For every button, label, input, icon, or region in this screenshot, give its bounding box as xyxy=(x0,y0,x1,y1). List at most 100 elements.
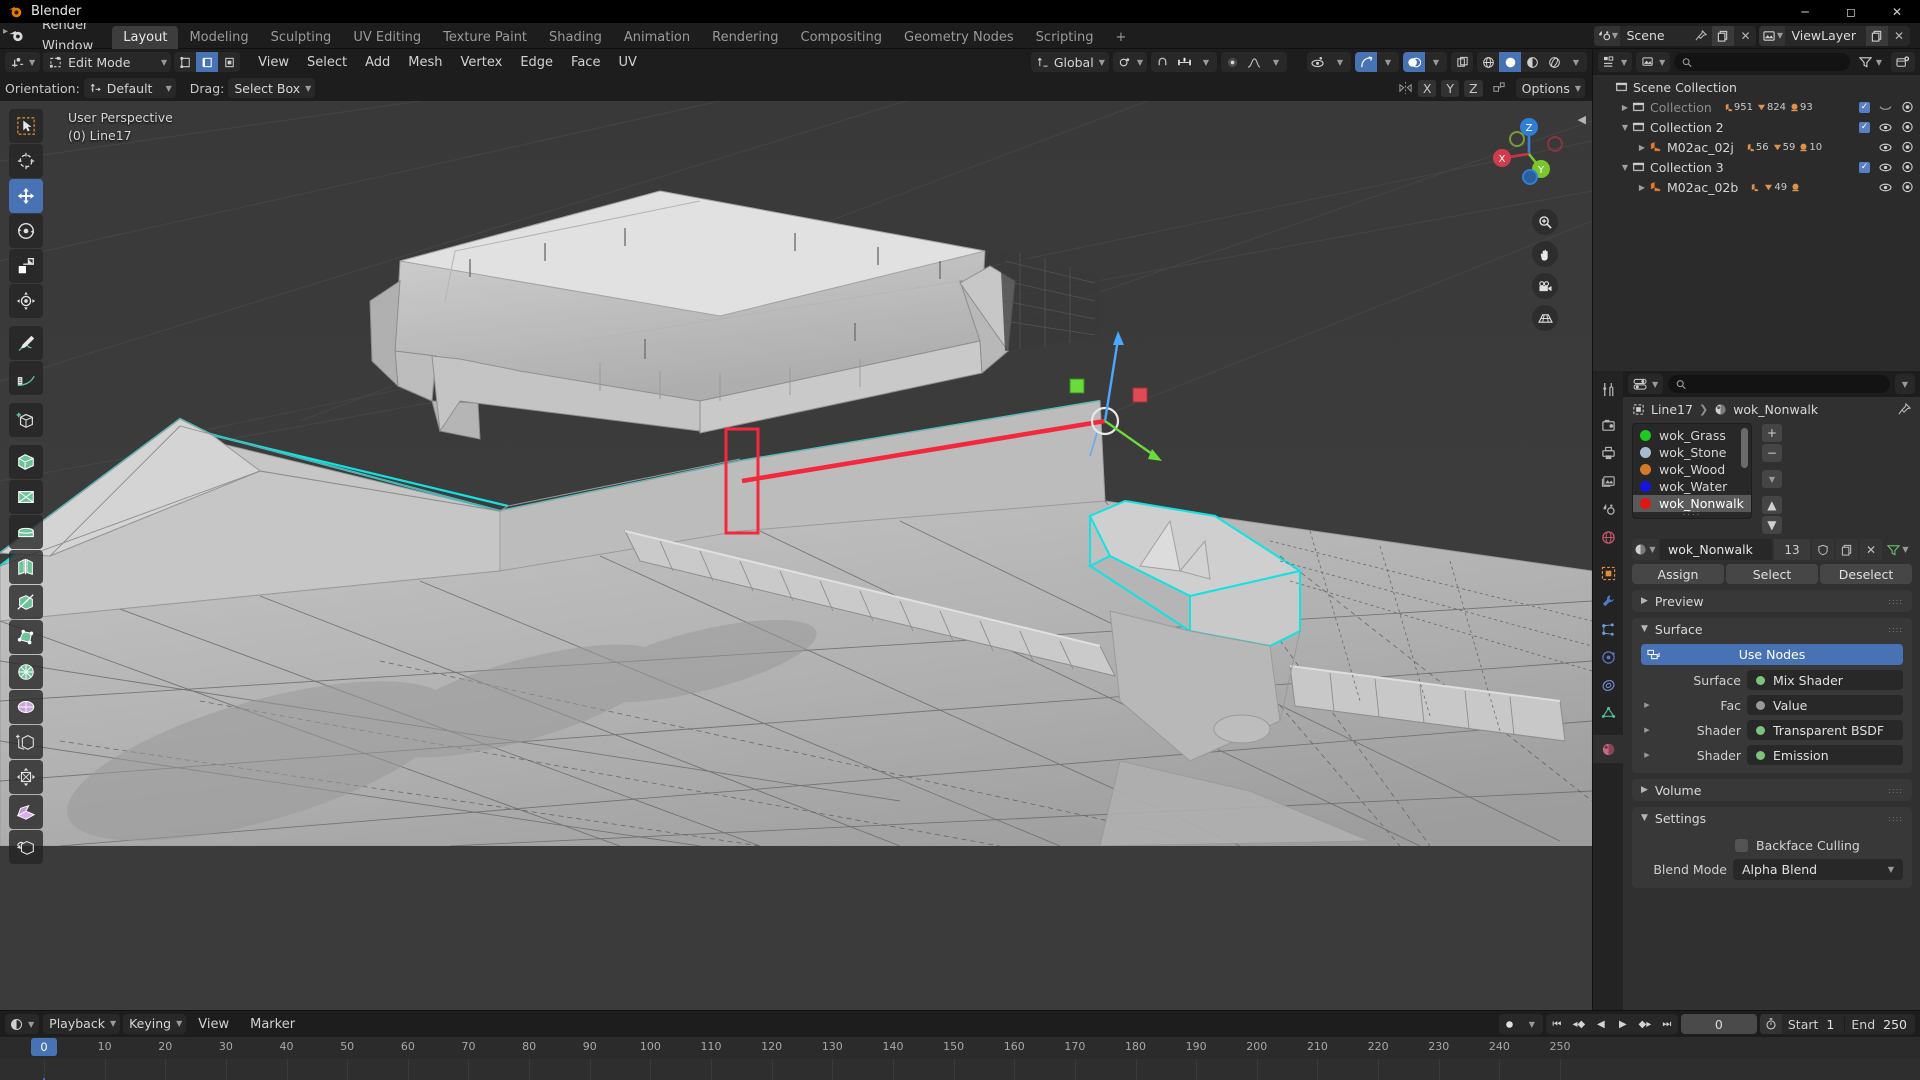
disable-in-renders-icon[interactable] xyxy=(1901,101,1914,113)
visibility-eye-icon[interactable] xyxy=(1307,52,1329,72)
surface-row-expand-icon[interactable]: ▶ xyxy=(1641,701,1653,709)
workspace-tab-animation[interactable]: Animation xyxy=(613,26,701,49)
remove-scene-icon[interactable]: ✕ xyxy=(1734,26,1756,46)
material-filter-icon[interactable]: ▼ xyxy=(1884,539,1912,560)
outliner-new-collection-icon[interactable] xyxy=(1891,52,1915,72)
volume-panel-header[interactable]: ▶ Volume :::: xyxy=(1632,779,1912,801)
outliner-row-collection-3[interactable]: ▼ Collection 3 xyxy=(1593,157,1920,177)
timeline-channels-expand-icon[interactable]: ▸ xyxy=(3,26,8,37)
rendered-shading-icon[interactable] xyxy=(1543,52,1565,72)
disable-in-renders-icon[interactable] xyxy=(1901,121,1914,133)
workspace-tab-shading[interactable]: Shading xyxy=(538,26,613,49)
settings-panel-header[interactable]: ▼ Settings :::: xyxy=(1632,807,1912,829)
use-nodes-button[interactable]: Use Nodes xyxy=(1641,644,1903,665)
workspace-tab-texture-paint[interactable]: Texture Paint xyxy=(432,26,538,49)
outliner-row-label[interactable]: M02ac_02b xyxy=(1667,180,1738,195)
bevel-tool[interactable] xyxy=(9,515,43,549)
snap-chevron-icon[interactable]: ▼ xyxy=(1195,52,1217,72)
scene-name[interactable]: Scene xyxy=(1620,28,1690,43)
timeline-ruler[interactable]: 10 20 30 40 50 60 70 80 90 100 110 120 130 140 150 160 1… xyxy=(0,1037,1920,1059)
material-slot-wok_wood[interactable]: wok_Wood xyxy=(1633,461,1751,478)
fake-user-shield-icon[interactable] xyxy=(1812,539,1834,560)
gizmo-group[interactable]: ▼ xyxy=(1355,52,1399,72)
surface-row-value[interactable]: Mix Shader xyxy=(1747,670,1903,690)
properties-options-chevron-icon[interactable]: ▼ xyxy=(1895,374,1915,394)
prev-keyframe-button[interactable]: ◂◆ xyxy=(1568,1014,1590,1034)
move-slot-down-button[interactable]: ▼ xyxy=(1761,516,1782,534)
wireframe-shading-icon[interactable] xyxy=(1477,52,1499,72)
hide-in-viewport-icon[interactable] xyxy=(1879,182,1892,193)
workspace-tab-scripting[interactable]: Scripting xyxy=(1025,26,1105,49)
add-material-slot-button[interactable]: + xyxy=(1761,424,1782,442)
properties-tab-tool[interactable] xyxy=(1593,375,1623,403)
hide-in-viewport-icon[interactable] xyxy=(1879,102,1892,113)
mesh-select-mode-group[interactable] xyxy=(174,52,241,72)
material-browse-icon[interactable]: ▼ xyxy=(1632,539,1658,560)
xray-icon[interactable] xyxy=(1451,52,1473,72)
new-material-icon[interactable] xyxy=(1836,539,1858,560)
surface-row-value[interactable]: Emission xyxy=(1747,745,1903,765)
annotate-tool[interactable] xyxy=(9,326,43,360)
shear-tool[interactable] xyxy=(9,795,43,829)
timeline-menu-marker[interactable]: Marker xyxy=(241,1014,304,1035)
falloff-curve-icon[interactable] xyxy=(1243,52,1265,72)
xray-toggle[interactable] xyxy=(1451,52,1473,72)
outliner-expand-triangle-icon[interactable]: ▶ xyxy=(1635,143,1649,152)
material-list-grip[interactable]: :::: xyxy=(1633,506,1751,518)
surface-row-value[interactable]: Transparent BSDF xyxy=(1747,720,1903,740)
axis-x-toggle[interactable]: X xyxy=(1417,79,1437,97)
properties-tab-modifier[interactable] xyxy=(1593,587,1623,615)
workspace-tab-add[interactable]: + xyxy=(1104,26,1137,49)
gizmo-chevron-icon[interactable]: ▼ xyxy=(1377,52,1399,72)
material-preview-shading-icon[interactable] xyxy=(1521,52,1543,72)
viewport-menu-edge[interactable]: Edge xyxy=(511,52,562,73)
next-keyframe-button[interactable]: ◆▸ xyxy=(1634,1014,1656,1034)
shrink-fatten-tool[interactable] xyxy=(9,760,43,794)
timeline-menu-view[interactable]: View xyxy=(189,1014,238,1035)
outliner-filter-icon[interactable]: ▼ xyxy=(1854,52,1887,72)
3d-viewport[interactable]: User Perspective (0) Line17 Z X Y ◀ xyxy=(0,101,1592,1010)
viewport-menu-mesh[interactable]: Mesh xyxy=(399,52,451,73)
disable-in-renders-icon[interactable] xyxy=(1901,161,1914,173)
snap-magnet-icon[interactable] xyxy=(1151,52,1173,72)
outliner-row-label[interactable]: Collection 2 xyxy=(1650,120,1724,135)
blend-mode-dropdown[interactable]: Alpha Blend ▼ xyxy=(1733,859,1903,880)
close-button[interactable]: ✕ xyxy=(1874,0,1920,23)
properties-tab-object[interactable] xyxy=(1593,559,1623,587)
snapping-group[interactable]: ▼ xyxy=(1151,52,1217,72)
outliner-row-collection[interactable]: ▶ Collection 951 824 93 xyxy=(1593,97,1920,117)
viewport-menu-add[interactable]: Add xyxy=(356,52,399,73)
viewport-menu-vertex[interactable]: Vertex xyxy=(452,52,512,73)
surface-row-value[interactable]: Value xyxy=(1747,695,1903,715)
overlays-group[interactable]: ▼ xyxy=(1403,52,1447,72)
properties-tab-output[interactable] xyxy=(1593,439,1623,467)
solid-shading-icon[interactable] xyxy=(1499,52,1521,72)
minimize-button[interactable]: ─ xyxy=(1782,0,1828,23)
viewlayer-name[interactable]: ViewLayer xyxy=(1785,28,1866,43)
play-reverse-button[interactable]: ◀ xyxy=(1590,1014,1612,1034)
material-slot-list[interactable]: wok_Grass wok_Stone wok_Wood wok_Water wok_N… xyxy=(1632,423,1752,519)
viewport-menu-view[interactable]: View xyxy=(249,52,298,73)
collection-enable-checkbox[interactable] xyxy=(1859,101,1870,113)
edge-slide-tool[interactable] xyxy=(9,725,43,759)
scale-tool[interactable] xyxy=(9,249,43,283)
edge-select-mode-button[interactable] xyxy=(196,52,219,72)
smooth-tool[interactable] xyxy=(9,690,43,724)
proportional-edit-group[interactable]: ▼ xyxy=(1221,52,1287,72)
material-slot-wok_grass[interactable]: wok_Grass xyxy=(1633,427,1751,444)
viewport-menu-uv[interactable]: UV xyxy=(609,52,645,73)
add-cube-tool[interactable] xyxy=(9,403,43,437)
knife-tool[interactable] xyxy=(9,585,43,619)
use-preview-range-icon[interactable] xyxy=(1759,1014,1782,1034)
jump-to-start-button[interactable]: ⏮ xyxy=(1546,1014,1568,1034)
timeline-track-area[interactable] xyxy=(0,1059,1920,1080)
viewlayer-selector[interactable]: ▼ ViewLayer ✕ xyxy=(1759,25,1910,46)
properties-tab-scene[interactable] xyxy=(1593,495,1623,523)
assign-button[interactable]: Assign xyxy=(1632,564,1724,584)
properties-tab-viewlayer[interactable] xyxy=(1593,467,1623,495)
topology-mirror-icon[interactable] xyxy=(1492,81,1506,95)
workspace-tab-uv-editing[interactable]: UV Editing xyxy=(342,26,432,49)
poly-build-tool[interactable] xyxy=(9,620,43,654)
properties-tab-data[interactable] xyxy=(1593,699,1623,727)
sidebar-collapse-arrow-icon[interactable]: ◀ xyxy=(1578,113,1586,126)
